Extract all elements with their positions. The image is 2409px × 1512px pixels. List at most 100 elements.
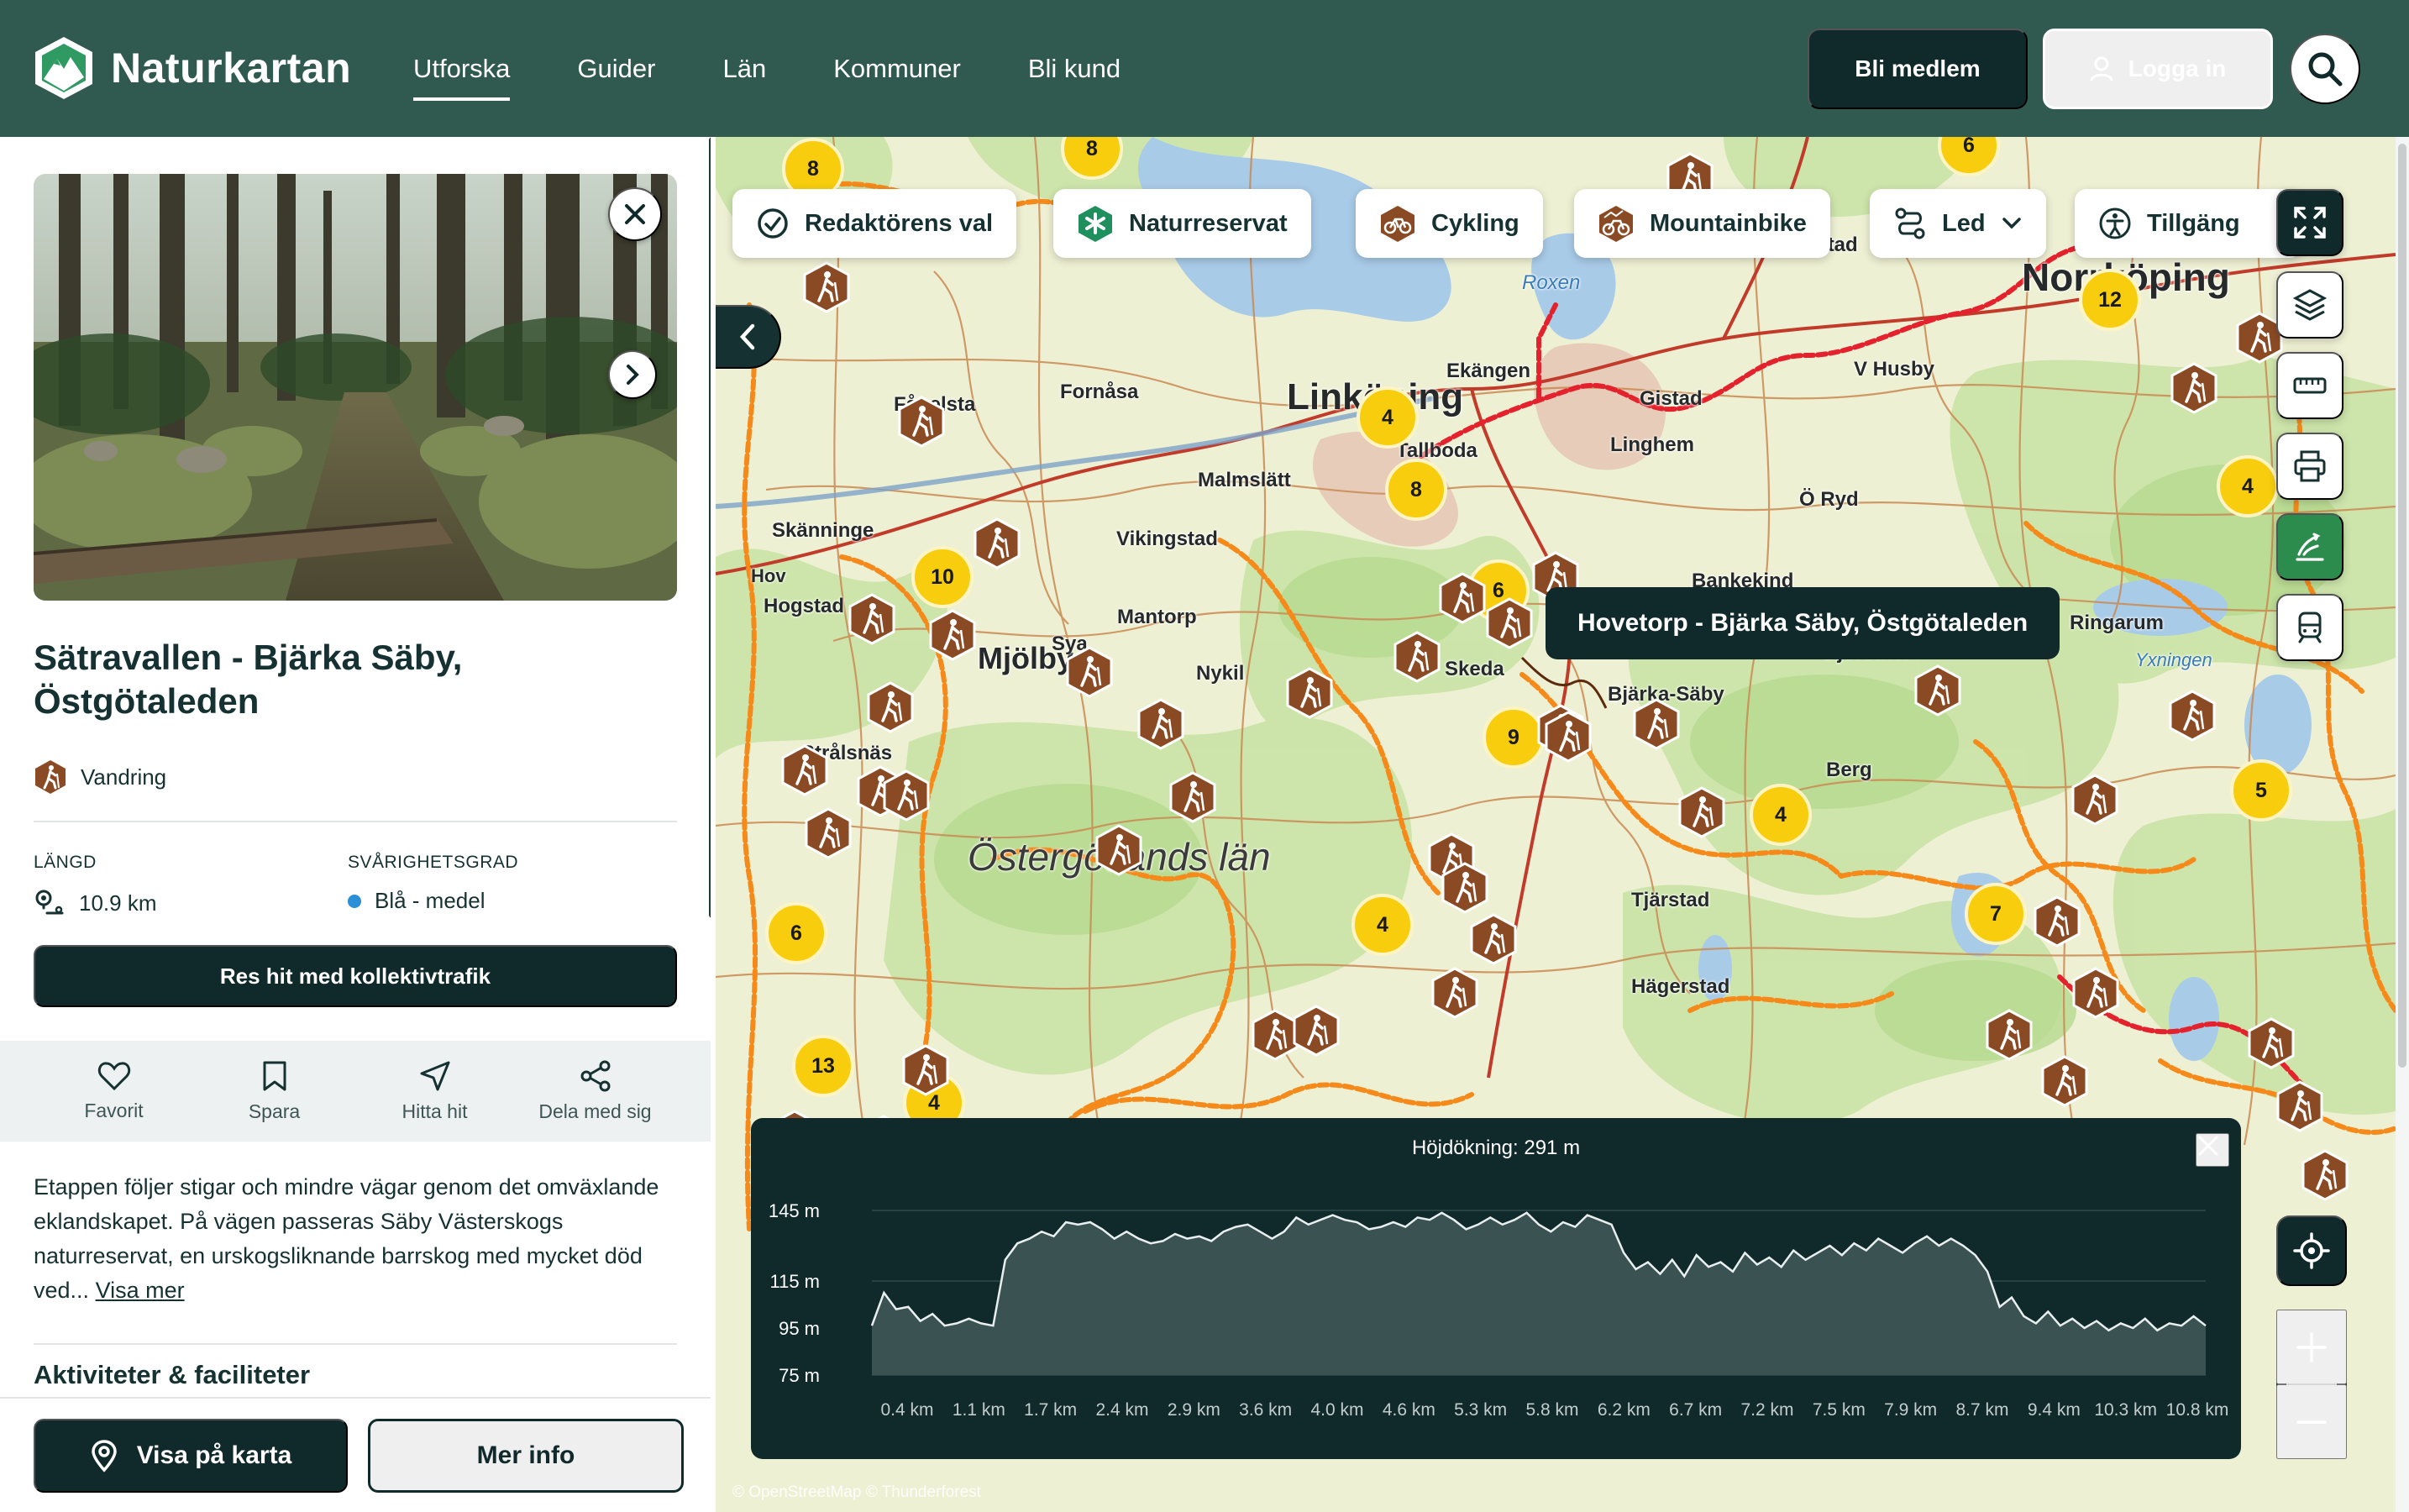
hiking-poi-icon[interactable]	[1094, 824, 1143, 878]
place-label: Ö Ryd	[1799, 488, 1859, 511]
filter-accessibility[interactable]: Tillgäng	[2075, 189, 2301, 258]
cluster-marker[interactable]: 13	[792, 1035, 854, 1097]
hiking-poi-icon[interactable]	[2170, 362, 2218, 416]
hiking-poi-icon[interactable]	[901, 1044, 950, 1098]
more-info-button[interactable]: Mer info	[368, 1419, 684, 1493]
directions-button[interactable]: Hitta hit	[354, 1041, 515, 1142]
hiking-poi-icon[interactable]	[802, 261, 851, 315]
hiking-poi-icon[interactable]	[1136, 698, 1185, 752]
route-planner-icon	[2296, 533, 2324, 561]
login-button[interactable]: Logga in	[2043, 29, 2273, 109]
forest-photo	[34, 174, 677, 601]
hiking-poi-icon[interactable]	[1985, 1009, 2034, 1063]
hiking-poi-icon[interactable]	[2040, 1055, 2089, 1109]
hiking-poi-icon[interactable]	[1485, 597, 1534, 651]
become-member-button[interactable]: Bli medlem	[1808, 29, 2028, 109]
route-photo[interactable]	[34, 174, 677, 601]
next-photo-button[interactable]	[608, 350, 657, 399]
nav-utforska[interactable]: Utforska	[413, 45, 511, 101]
fullscreen-button[interactable]	[2276, 189, 2343, 256]
cluster-marker[interactable]: 9	[1483, 706, 1545, 769]
route-planner-button[interactable]	[2276, 513, 2343, 580]
hiking-poi-icon[interactable]	[2033, 895, 2081, 949]
nav-bli-kund[interactable]: Bli kund	[1028, 45, 1121, 92]
zoom-in-button[interactable]	[2276, 1310, 2347, 1384]
hiking-poi-icon[interactable]	[1292, 1005, 1341, 1058]
hiking-poi-icon[interactable]	[1632, 698, 1681, 752]
filter-trail-dropdown[interactable]: Led	[1870, 189, 2046, 258]
public-transport-layer-button[interactable]	[2276, 594, 2343, 661]
hiking-poi-icon[interactable]	[928, 609, 977, 663]
divider	[34, 821, 677, 822]
nav-kommuner[interactable]: Kommuner	[833, 45, 961, 92]
hiking-poi-icon[interactable]	[1438, 572, 1487, 626]
cluster-marker[interactable]: 4	[1357, 386, 1419, 449]
sidebar-bottom-bar: Visa på karta Mer info	[0, 1397, 711, 1512]
map-view[interactable]: NorrköpingLinköpingMjölbyÖstergötlands l…	[716, 137, 2396, 1512]
zoom-out-button[interactable]	[2276, 1384, 2347, 1459]
hiking-poi-icon[interactable]	[1065, 646, 1114, 700]
place-label: V Husby	[1854, 358, 1935, 381]
filter-mountainbike[interactable]: Mountainbike	[1574, 189, 1830, 258]
hiking-poi-icon[interactable]	[1430, 967, 1479, 1021]
hiking-poi-icon[interactable]	[866, 681, 915, 735]
nav-guider[interactable]: Guider	[577, 45, 655, 92]
hiking-poi-icon[interactable]	[1393, 631, 1441, 685]
filter-cycling[interactable]: Cykling	[1356, 189, 1543, 258]
activity-tag[interactable]: Vandring	[34, 759, 166, 795]
show-on-map-button[interactable]: Visa på karta	[34, 1419, 348, 1493]
save-button[interactable]: Spara	[194, 1041, 354, 1142]
hiking-poi-icon[interactable]	[804, 807, 853, 861]
hiking-poi-icon[interactable]	[848, 593, 896, 647]
hiking-poi-icon[interactable]	[1285, 667, 1334, 721]
layers-button[interactable]	[2276, 271, 2343, 339]
hiking-poi-icon[interactable]	[2071, 967, 2120, 1021]
hiking-poi-icon[interactable]	[1913, 664, 1962, 718]
show-more-link[interactable]: Visa mer	[96, 1278, 185, 1303]
hiking-poi-icon[interactable]	[2168, 690, 2217, 743]
cluster-marker[interactable]: 4	[1351, 894, 1414, 956]
sidebar-scrollbar[interactable]	[709, 137, 711, 918]
hiking-poi-icon[interactable]	[780, 744, 829, 798]
hiking-poi-icon[interactable]	[2070, 774, 2119, 827]
hiking-poi-icon[interactable]	[2247, 1017, 2296, 1071]
hiking-poi-icon[interactable]	[1168, 771, 1217, 825]
hiking-poi-icon[interactable]	[2275, 1080, 2324, 1134]
hiking-poi-icon[interactable]	[973, 517, 1021, 571]
filter-nature-reserve[interactable]: Naturreservat	[1053, 189, 1311, 258]
filter-label: Naturreservat	[1129, 209, 1288, 237]
hiking-poi-icon[interactable]	[882, 769, 931, 823]
hiking-poi-icon[interactable]	[1677, 786, 1726, 840]
cluster-marker[interactable]: 7	[1965, 883, 2027, 945]
logo[interactable]: Naturkartan	[34, 35, 351, 101]
favorite-button[interactable]: Favorit	[34, 1041, 194, 1142]
share-button[interactable]: Dela med sig	[515, 1041, 675, 1142]
cluster-marker[interactable]: 5	[2230, 759, 2292, 822]
filter-editors-choice[interactable]: Redaktörens val	[732, 189, 1017, 258]
cluster-marker[interactable]: 6	[765, 902, 827, 964]
plus-icon	[2296, 1331, 2327, 1362]
scrollbar-thumb[interactable]	[2398, 144, 2406, 1068]
locate-me-button[interactable]	[2276, 1215, 2347, 1286]
nav-lan[interactable]: Län	[722, 45, 766, 92]
cluster-marker[interactable]: 10	[911, 546, 974, 608]
collapse-sidebar-button[interactable]	[716, 305, 781, 369]
cluster-marker[interactable]: 8	[1385, 459, 1447, 521]
search-button[interactable]	[2290, 34, 2360, 104]
close-panel-button[interactable]	[608, 187, 662, 241]
hiking-poi-icon[interactable]	[897, 396, 946, 449]
public-transport-button[interactable]: Res hit med kollektivtrafik	[34, 945, 677, 1007]
cluster-marker[interactable]: 12	[2079, 269, 2141, 331]
hiking-poi-icon[interactable]	[2301, 1149, 2349, 1203]
cluster-marker[interactable]: 4	[2217, 455, 2279, 517]
page-scrollbar[interactable]	[2396, 137, 2409, 1512]
print-button[interactable]	[2276, 433, 2343, 500]
hiking-poi-icon[interactable]	[1441, 862, 1489, 916]
place-label: Linghem	[1610, 433, 1694, 456]
cluster-marker[interactable]: 4	[1750, 784, 1812, 846]
hiking-poi-icon[interactable]	[1469, 913, 1518, 967]
elevation-chart[interactable]: 145 m 115 m 95 m 75 m 0.4 km 1.1 km 1.7 km 2.4 …	[751, 1118, 2241, 1459]
measure-button[interactable]	[2276, 352, 2343, 419]
user-icon	[2090, 56, 2113, 81]
hiking-poi-icon[interactable]	[1544, 711, 1593, 764]
